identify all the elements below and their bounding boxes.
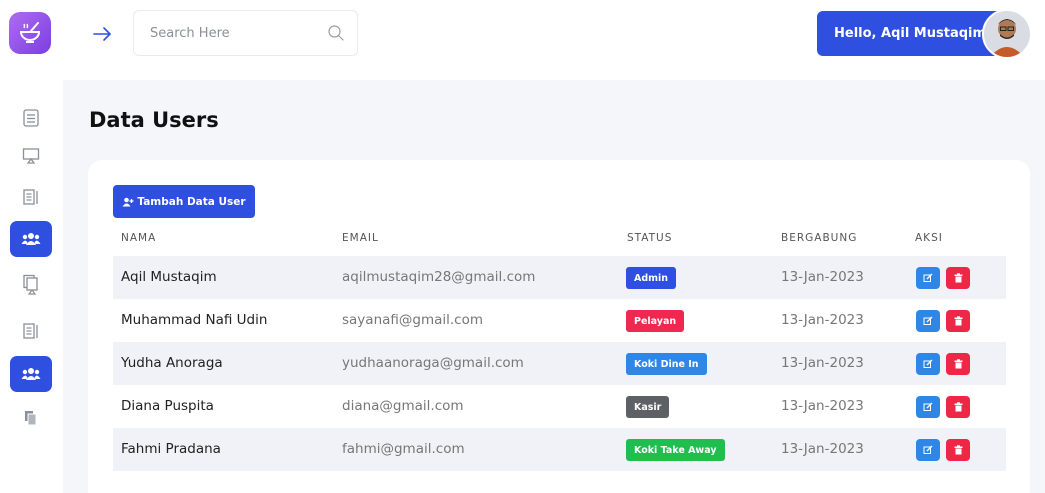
table-row: Aqil Mustaqim aqilmustaqim28@gmail.com A… — [113, 256, 1006, 299]
trash-icon — [954, 402, 962, 412]
add-user-icon — [122, 197, 134, 206]
add-user-button[interactable]: Tambah Data User — [113, 185, 255, 218]
sidebar — [0, 0, 63, 493]
avatar[interactable] — [982, 9, 1032, 59]
status-badge: Admin — [626, 267, 677, 289]
nav-monitor[interactable] — [10, 138, 52, 174]
app-logo[interactable] — [9, 12, 51, 54]
edit-icon — [923, 273, 933, 282]
users-icon — [21, 368, 41, 380]
trash-icon — [954, 316, 962, 326]
join-date: 13-Jan-2023 — [781, 355, 864, 371]
arrow-right-icon — [93, 27, 111, 41]
user-name: Aqil Mustaqim — [121, 269, 217, 285]
copy-icon — [25, 411, 37, 426]
status-badge: Kasir — [626, 396, 670, 418]
report-icon — [23, 323, 38, 339]
greeting-text: Hello, Aqil Mustaqim — [834, 26, 987, 41]
user-email: fahmi@gmail.com — [342, 441, 465, 457]
nav-dashboard[interactable] — [10, 100, 52, 136]
delete-button[interactable] — [946, 353, 970, 375]
users-card: Tambah Data User NAMA EMAIL STATUS BERGA… — [88, 160, 1030, 493]
edit-icon — [923, 359, 933, 368]
search-input[interactable] — [134, 11, 304, 55]
top-bar: Hello, Aqil Mustaqim — [63, 0, 1045, 80]
delete-button[interactable] — [946, 267, 970, 289]
nav-copy[interactable] — [10, 400, 52, 436]
user-name: Muhammad Nafi Udin — [121, 312, 268, 328]
edit-button[interactable] — [916, 353, 940, 375]
dashboard-icon — [23, 109, 39, 127]
column-header-aksi: AKSI — [915, 232, 943, 244]
column-header-nama: NAMA — [121, 232, 157, 244]
documents-icon — [23, 274, 38, 295]
delete-button[interactable] — [946, 310, 970, 332]
search-box — [133, 10, 358, 56]
status-badge: Pelayan — [626, 310, 685, 332]
users-icon — [21, 233, 41, 245]
status-badge: Koki Take Away — [626, 439, 725, 461]
toggle-sidebar-button[interactable] — [91, 22, 115, 46]
search-icon[interactable] — [327, 24, 345, 42]
trash-icon — [954, 359, 962, 369]
monitor-icon — [22, 148, 40, 164]
edit-icon — [923, 445, 933, 454]
edit-icon — [923, 402, 933, 411]
user-email: diana@gmail.com — [342, 398, 464, 414]
edit-button[interactable] — [916, 396, 940, 418]
user-name: Fahmi Pradana — [121, 441, 221, 457]
report-icon — [23, 189, 38, 205]
trash-icon — [954, 273, 962, 283]
table-row: Yudha Anoraga yudhaanoraga@gmail.com Kok… — [113, 342, 1006, 385]
table-header: NAMA EMAIL STATUS BERGABUNG AKSI — [113, 230, 1006, 256]
nav-users-active[interactable] — [10, 221, 52, 257]
trash-icon — [954, 445, 962, 455]
nav-documents[interactable] — [10, 267, 52, 303]
edit-button[interactable] — [916, 267, 940, 289]
table-row: Muhammad Nafi Udin sayanafi@gmail.com Pe… — [113, 299, 1006, 342]
column-header-status: STATUS — [627, 232, 673, 244]
join-date: 13-Jan-2023 — [781, 398, 864, 414]
nav-users-active-2[interactable] — [10, 356, 52, 392]
column-header-email: EMAIL — [342, 232, 379, 244]
join-date: 13-Jan-2023 — [781, 312, 864, 328]
table-row: Diana Puspita diana@gmail.com Kasir 13-J… — [113, 385, 1006, 428]
nav-report-2[interactable] — [10, 313, 52, 349]
delete-button[interactable] — [946, 396, 970, 418]
table-row: Fahmi Pradana fahmi@gmail.com Koki Take … — [113, 428, 1006, 471]
user-email: yudhaanoraga@gmail.com — [342, 355, 524, 371]
edit-button[interactable] — [916, 439, 940, 461]
bowl-icon — [19, 22, 41, 43]
edit-button[interactable] — [916, 310, 940, 332]
user-email: aqilmustaqim28@gmail.com — [342, 269, 536, 285]
column-header-bergabung: BERGABUNG — [781, 232, 858, 244]
add-user-label: Tambah Data User — [137, 195, 246, 208]
user-name: Yudha Anoraga — [121, 355, 223, 371]
nav-report[interactable] — [10, 179, 52, 215]
join-date: 13-Jan-2023 — [781, 269, 864, 285]
page-title: Data Users — [89, 108, 219, 132]
user-avatar-icon — [984, 11, 1030, 57]
status-badge: Koki Dine In — [626, 353, 707, 375]
join-date: 13-Jan-2023 — [781, 441, 864, 457]
user-email: sayanafi@gmail.com — [342, 312, 484, 328]
delete-button[interactable] — [946, 439, 970, 461]
user-name: Diana Puspita — [121, 398, 214, 414]
edit-icon — [923, 316, 933, 325]
